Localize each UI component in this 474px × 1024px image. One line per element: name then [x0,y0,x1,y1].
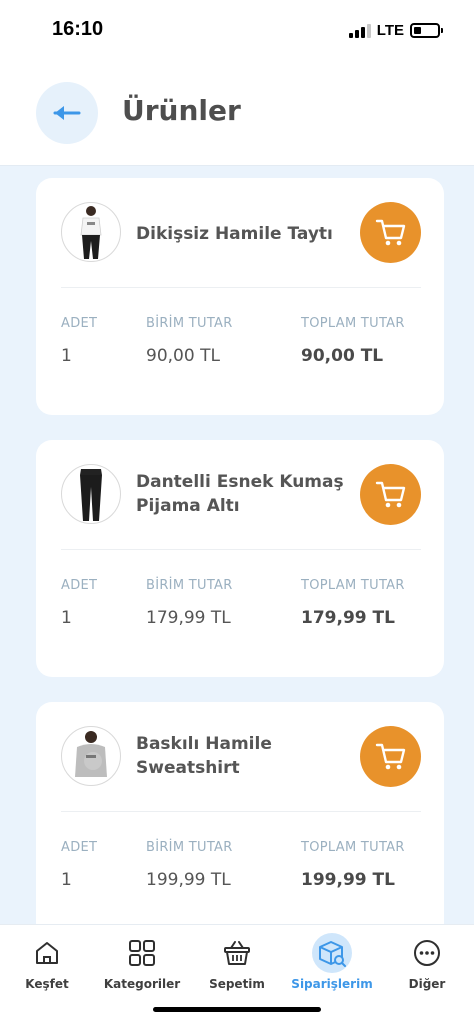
nav-label: Siparişlerim [291,977,373,991]
nav-item-kategoriler[interactable]: Kategoriler [96,933,188,991]
product-name: Dantelli Esnek Kumaş Pijama Altı [136,472,344,516]
nav-item-sepetim[interactable]: Sepetim [191,933,283,991]
unit-price-value: 199,99 TL [146,870,231,890]
unit-price-value: 90,00 TL [146,346,220,366]
cart-icon [375,743,405,769]
total-price-value: 90,00 TL [301,346,384,366]
add-to-cart-button[interactable] [360,464,421,525]
nav-item-diger[interactable]: Diğer [381,933,473,991]
page-header: Ürünler [0,62,474,166]
nav-item-siparislerim[interactable]: Siparişlerim [286,933,378,991]
qty-label: ADET [61,316,98,331]
home-indicator [153,1007,321,1012]
nav-label: Diğer [408,977,446,991]
divider [61,287,421,288]
product-image [61,726,121,786]
arrow-left-icon [53,106,81,120]
basket-icon [217,933,257,973]
status-time: 16:10 [52,18,104,40]
nav-item-kesfet[interactable]: Keşfet [1,933,93,991]
home-icon [27,933,67,973]
total-price-label: TOPLAM TUTAR [301,840,405,855]
product-image [61,202,121,262]
product-card: Dikişsiz Hamile Taytı ADET BİRİM TUTAR T… [36,178,444,415]
more-icon [407,933,447,973]
unit-price-label: BİRİM TUTAR [146,840,233,855]
cart-icon [375,219,405,245]
box-search-icon [312,933,352,973]
qty-value: 1 [61,870,72,890]
total-price-label: TOPLAM TUTAR [301,316,405,331]
unit-price-label: BİRİM TUTAR [146,578,233,593]
divider [61,811,421,812]
cart-icon [375,481,405,507]
qty-label: ADET [61,578,98,593]
total-price-value: 179,99 TL [301,608,395,628]
product-card: Baskılı Hamile Sweatshirt ADET BİRİM TUT… [36,702,444,939]
product-card: Dantelli Esnek Kumaş Pijama Altı ADET Bİ… [36,440,444,677]
unit-price-label: BİRİM TUTAR [146,316,233,331]
total-price-value: 199,99 TL [301,870,395,890]
product-name: Baskılı Hamile Sweatshirt [136,734,272,778]
product-name: Dikişsiz Hamile Taytı [136,224,333,244]
qty-value: 1 [61,346,72,366]
qty-label: ADET [61,840,98,855]
divider [61,549,421,550]
back-button[interactable] [36,82,98,144]
total-price-label: TOPLAM TUTAR [301,578,405,593]
status-bar: 16:10 LTE [0,0,474,62]
qty-value: 1 [61,608,72,628]
page-title: Ürünler [122,94,241,127]
add-to-cart-button[interactable] [360,726,421,787]
network-type: LTE [376,22,404,39]
grid-icon [122,933,162,973]
nav-label: Kategoriler [103,977,181,991]
product-image [61,464,121,524]
nav-label: Keşfet [25,977,69,991]
nav-label: Sepetim [209,977,265,991]
add-to-cart-button[interactable] [360,202,421,263]
status-indicators: LTE [348,22,443,39]
signal-icon [348,23,371,38]
unit-price-value: 179,99 TL [146,608,231,628]
battery-icon [410,23,443,38]
